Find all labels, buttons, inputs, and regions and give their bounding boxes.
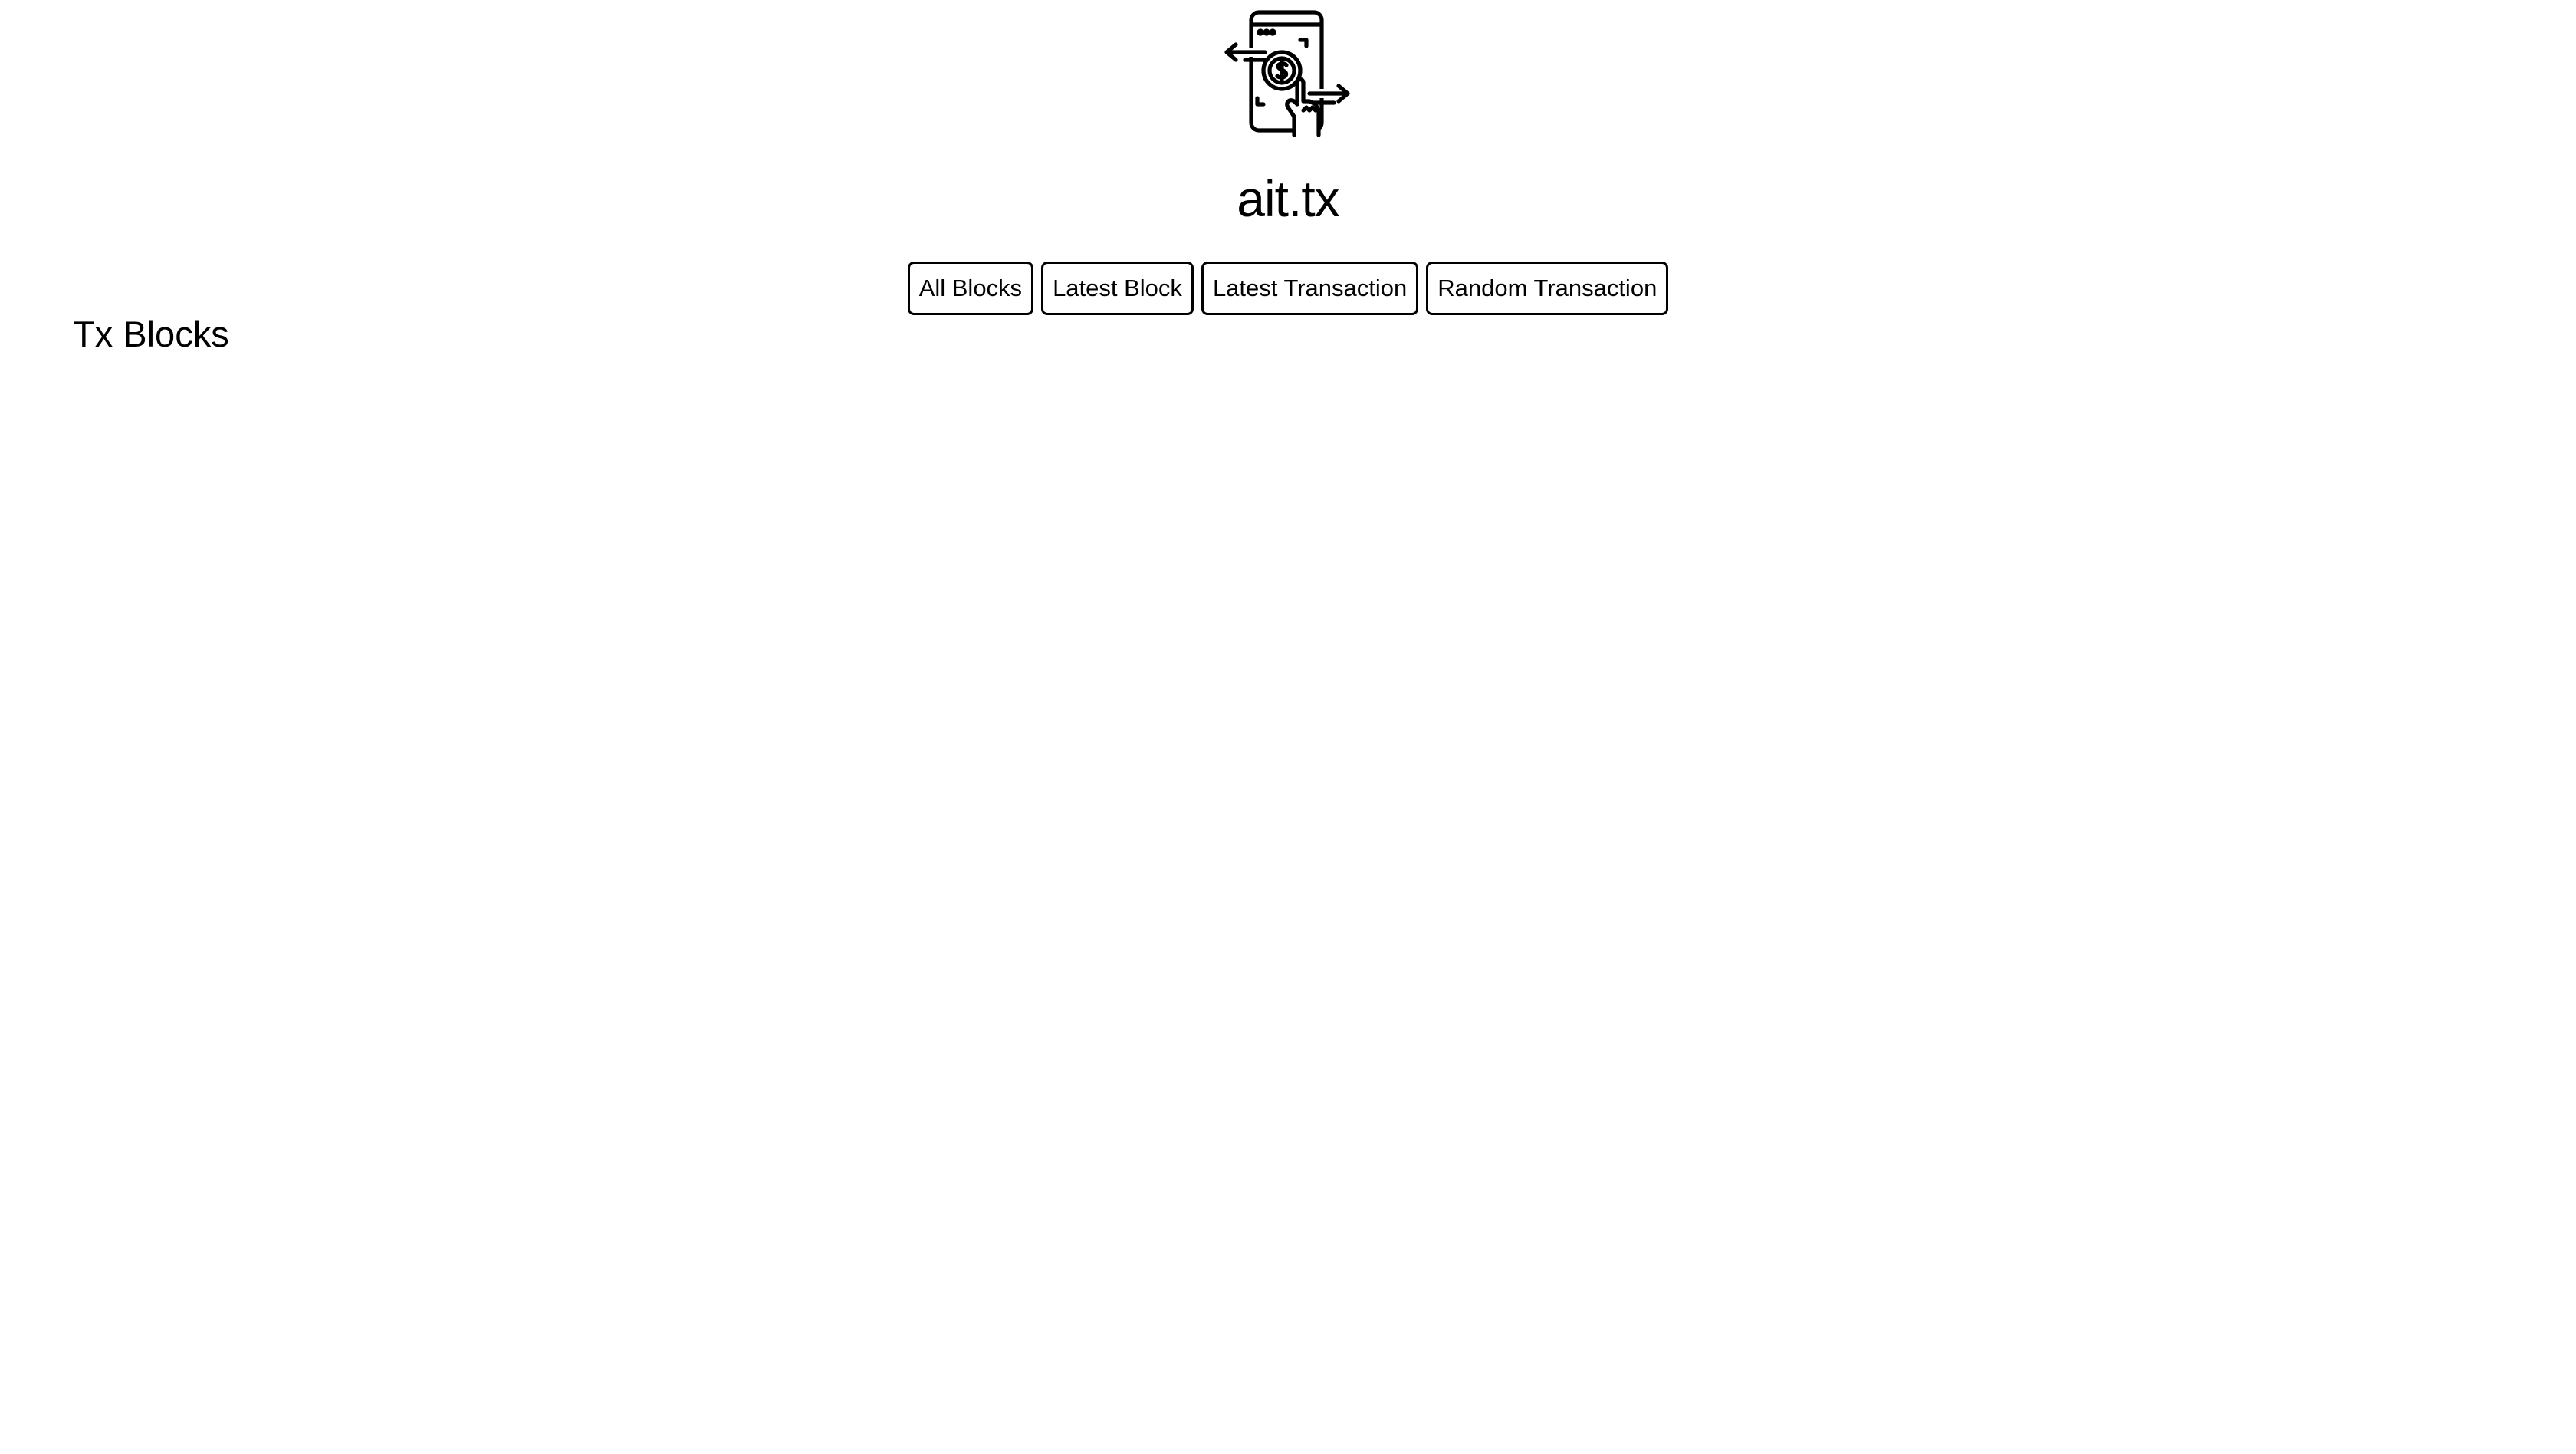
- latest-transaction-button[interactable]: Latest Transaction: [1201, 262, 1419, 315]
- site-title: ait.tx: [1237, 170, 1339, 227]
- main-nav: All Blocks Latest Block Latest Transacti…: [0, 262, 2576, 315]
- all-blocks-button[interactable]: All Blocks: [907, 262, 1034, 315]
- mobile-payment-transfer-icon: [1224, 9, 1352, 138]
- latest-block-button[interactable]: Latest Block: [1041, 262, 1194, 315]
- section-heading: Tx Blocks: [73, 314, 229, 354]
- random-transaction-button[interactable]: Random Transaction: [1426, 262, 1669, 315]
- page: ait.tx All Blocks Latest Block Latest Tr…: [0, 0, 2576, 1454]
